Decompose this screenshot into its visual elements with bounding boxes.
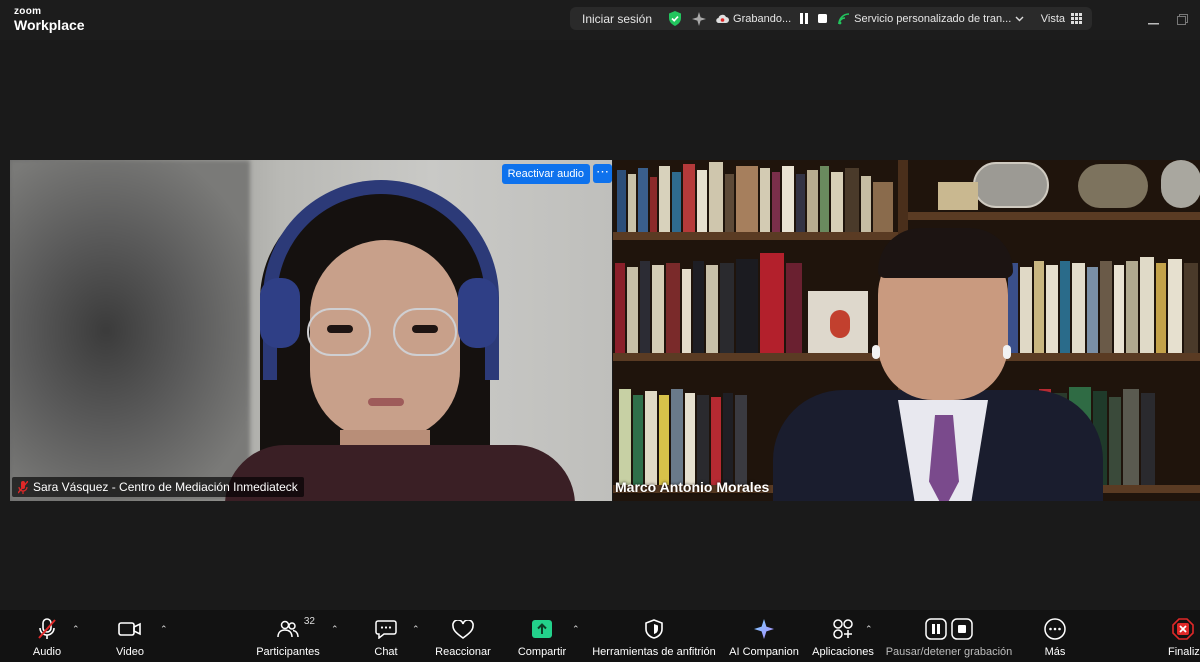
chat-button[interactable]: Chat [372, 616, 400, 658]
share-label: Compartir [517, 646, 567, 658]
end-meeting-label: Finaliza [1168, 646, 1200, 658]
title-bar: zoom Workplace Iniciar sesión Grabando..… [0, 0, 1200, 40]
signal-icon [838, 12, 850, 24]
video-label: Video [116, 646, 144, 658]
participants-button[interactable]: 32 Participantes [255, 616, 321, 658]
blurred-background [10, 160, 250, 501]
shelf-board [613, 232, 898, 240]
transcription-service-dropdown[interactable]: Servicio personalizado de tran... [838, 13, 1024, 25]
pause-recording-icon[interactable] [925, 618, 947, 640]
earbud-right [1003, 345, 1011, 359]
ai-companion-button[interactable]: AI Companion [728, 616, 800, 658]
audio-label: Audio [32, 646, 62, 658]
books-row-top [613, 160, 898, 232]
recording-controls [799, 13, 828, 24]
eye-right [412, 325, 438, 333]
apps-icon [833, 619, 853, 639]
grid-view-icon [1071, 13, 1082, 24]
chat-options-caret-icon[interactable]: ⌃ [412, 624, 420, 635]
video-button[interactable]: Video [113, 616, 147, 658]
participant-name: Sara Vásquez - Centro de Mediación Inmed… [33, 480, 298, 494]
headphone-cup-right [458, 278, 498, 348]
more-label: Más [1044, 646, 1066, 658]
cloud-recording-icon [716, 14, 730, 23]
end-meeting-icon [1172, 618, 1194, 640]
plaques-row [913, 160, 1200, 212]
window-controls [1148, 12, 1188, 30]
share-button[interactable]: Compartir [515, 616, 569, 658]
view-label: Vista [1040, 12, 1065, 25]
sign-in-button[interactable]: Iniciar sesión [570, 12, 664, 26]
headphones-band [263, 180, 499, 380]
apps-options-caret-icon[interactable]: ⌃ [865, 624, 873, 635]
shelf-board [908, 212, 1200, 220]
apps-button[interactable]: Aplicaciones [811, 616, 875, 658]
recording-indicator[interactable]: Grabando... [716, 13, 791, 25]
restore-icon[interactable] [1177, 12, 1188, 30]
more-button[interactable]: Más [1040, 616, 1070, 658]
participants-label: Participantes [256, 646, 320, 658]
ai-sparkle-icon[interactable] [692, 11, 707, 26]
shield-icon [645, 619, 663, 639]
heart-icon [452, 619, 474, 639]
share-screen-icon [532, 620, 552, 638]
brand-large: Workplace [14, 17, 85, 33]
ai-companion-label: AI Companion [729, 646, 799, 658]
muted-mic-icon [18, 480, 28, 494]
stop-recording-icon[interactable] [951, 618, 973, 640]
participant-name-tag: Marco Antonio Morales [615, 479, 769, 495]
minimize-icon[interactable] [1148, 12, 1159, 30]
pause-icon[interactable] [799, 13, 809, 24]
stop-icon[interactable] [817, 13, 828, 24]
react-label: Reaccionar [435, 646, 491, 658]
video-camera-icon [118, 622, 141, 636]
participant-hair [878, 228, 1013, 278]
shield-check-icon[interactable] [668, 11, 682, 26]
video-options-caret-icon[interactable]: ⌃ [160, 624, 168, 635]
participants-count: 32 [303, 616, 315, 627]
service-label: Servicio personalizado de tran... [854, 12, 1012, 25]
chat-bubble-icon [375, 620, 397, 639]
host-tools-button[interactable]: Herramientas de anfitrión [592, 616, 716, 658]
participant-name-tag: Sara Vásquez - Centro de Mediación Inmed… [12, 477, 304, 497]
video-tile-marco[interactable]: Marco Antonio Morales [613, 160, 1200, 501]
recording-label: Grabando... [733, 12, 792, 25]
participants-options-caret-icon[interactable]: ⌃ [331, 624, 339, 635]
chat-label: Chat [374, 646, 398, 658]
meeting-status-bar: Iniciar sesión Grabando... Servicio pers… [570, 7, 1092, 30]
participants-icon [277, 620, 299, 638]
share-options-caret-icon[interactable]: ⌃ [572, 624, 580, 635]
apps-label: Aplicaciones [812, 646, 874, 658]
audio-options-caret-icon[interactable]: ⌃ [72, 624, 80, 635]
eye-left [327, 325, 353, 333]
meeting-toolbar: Audio ⌃ Video ⌃ 32 Participantes ⌃ Chat … [0, 610, 1200, 662]
pause-stop-recording-label: Pausar/detener grabación [885, 646, 1013, 658]
tile-more-button[interactable]: ⋯ [593, 164, 612, 183]
lips [368, 398, 404, 406]
pause-stop-recording-button[interactable]: Pausar/detener grabación [886, 616, 1012, 658]
host-tools-label: Herramientas de anfitrión [592, 646, 716, 658]
react-button[interactable]: Reaccionar [434, 616, 492, 658]
view-button[interactable]: Vista [1041, 13, 1092, 25]
headphone-cup-left [260, 278, 300, 348]
app-logo: zoom Workplace [14, 6, 85, 33]
audio-button[interactable]: Audio [29, 616, 65, 658]
end-meeting-button[interactable]: Finaliza [1166, 616, 1200, 658]
ai-sparkle-icon [754, 619, 774, 639]
participant-name: Marco Antonio Morales [615, 479, 770, 495]
muted-mic-icon [38, 618, 56, 639]
brand-small: zoom [14, 6, 42, 17]
earbud-left [872, 345, 880, 359]
video-tile-sara[interactable]: Reactivar audio ⋯ Sara Vásquez - Centro … [10, 160, 612, 501]
chevron-down-icon [1015, 16, 1024, 21]
reactivate-audio-button[interactable]: Reactivar audio [501, 164, 590, 184]
more-dots-icon [1044, 618, 1066, 640]
